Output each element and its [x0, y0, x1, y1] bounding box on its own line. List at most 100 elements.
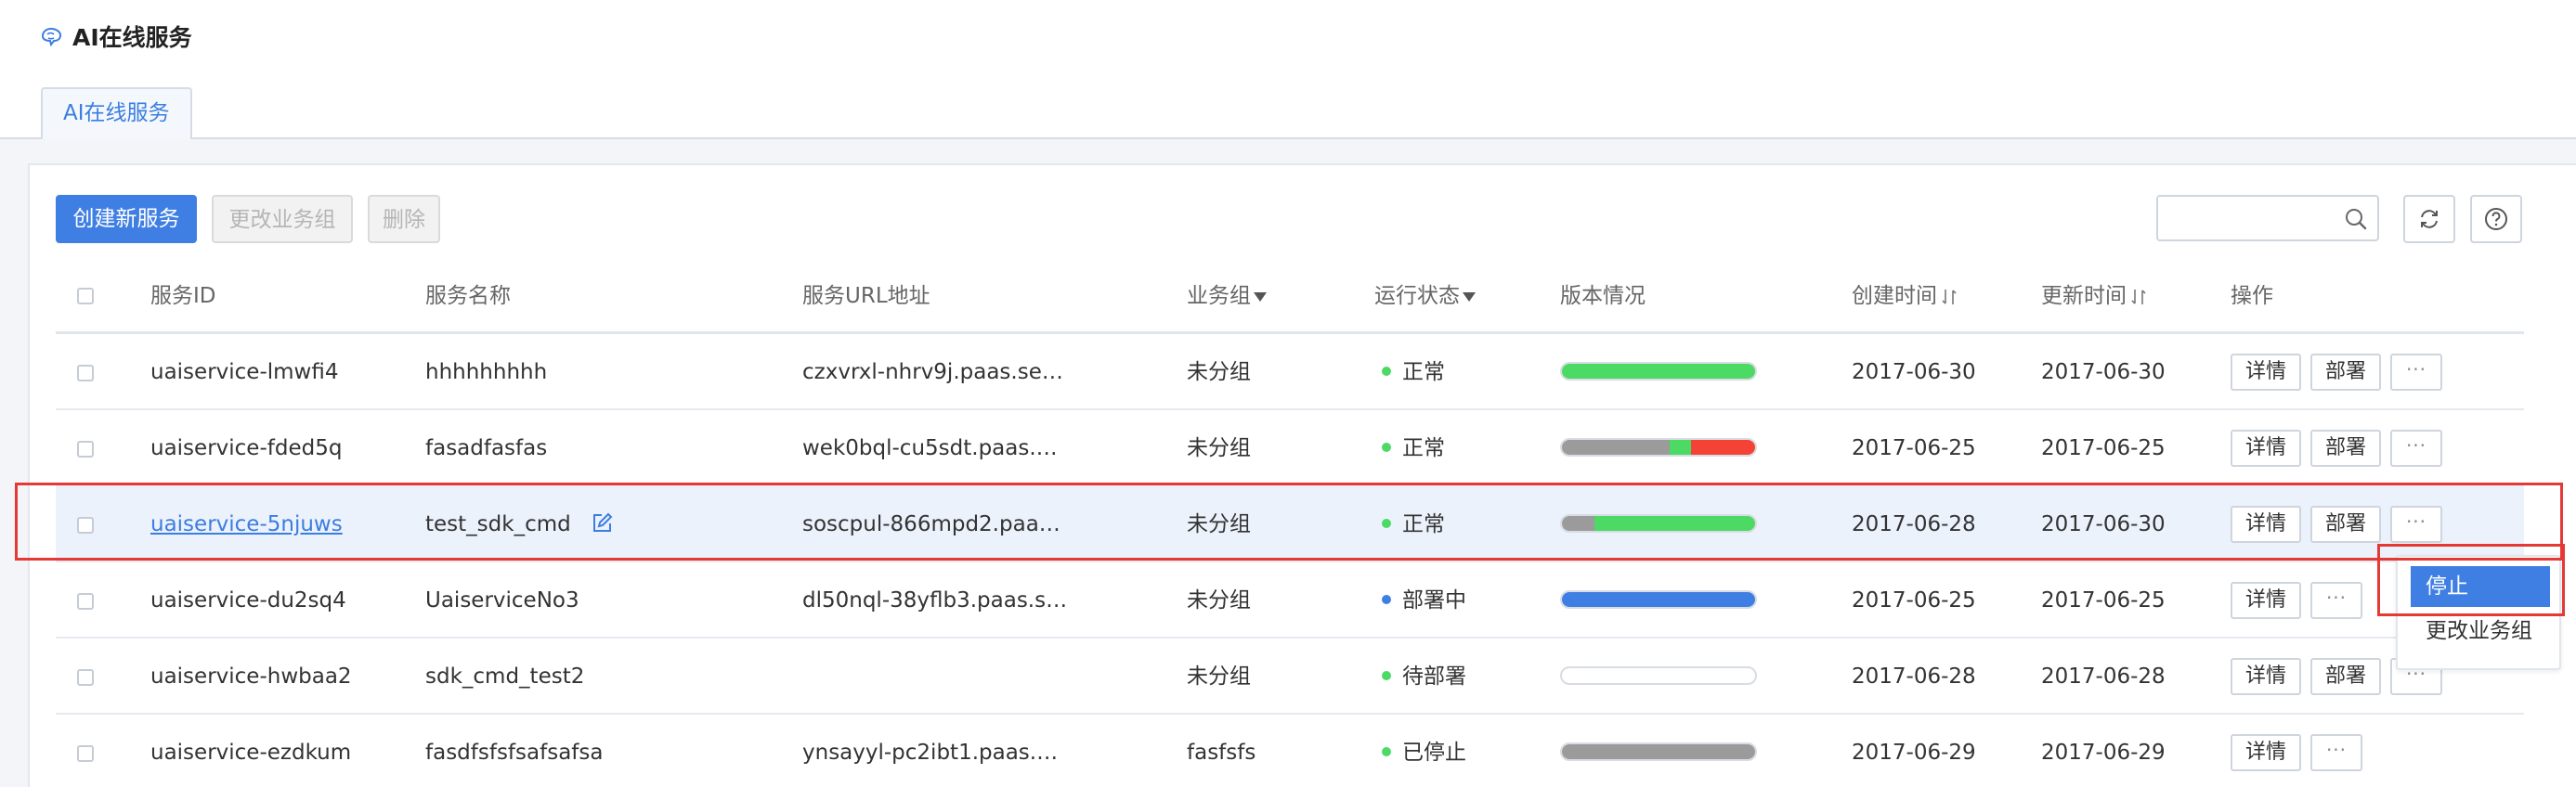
more-button[interactable]: ···	[2390, 354, 2442, 391]
header-service-id: 服务ID	[150, 284, 216, 308]
detail-button[interactable]: 详情	[2231, 430, 2301, 467]
refresh-button[interactable]	[2403, 195, 2455, 243]
version-segment	[1670, 440, 1692, 455]
service-url: wek0bql-cu5sdt.paas.…	[802, 436, 1058, 460]
status-text: 待部署	[1402, 664, 1466, 689]
version-segment	[1562, 364, 1755, 379]
created-time: 2017-06-25	[1852, 436, 1976, 460]
sort-icon[interactable]	[2130, 288, 2147, 306]
service-status: 正常	[1382, 410, 1445, 486]
page-title: AI在线服务	[72, 24, 192, 51]
status-text: 正常	[1402, 436, 1445, 460]
status-dot	[1382, 746, 1391, 756]
search-box[interactable]	[2156, 195, 2379, 241]
tab-ai-online-service[interactable]: AI在线服务	[41, 87, 192, 142]
service-status: 已停止	[1382, 715, 1466, 787]
created-time: 2017-06-29	[1852, 741, 1976, 765]
service-id: uaiservice-fded5q	[150, 436, 343, 460]
row-checkbox[interactable]	[77, 745, 94, 762]
tab-bar: AI在线服务	[0, 87, 2576, 142]
service-id: uaiservice-ezdkum	[150, 741, 352, 765]
status-dot	[1382, 594, 1391, 604]
change-group-button[interactable]: 更改业务组	[212, 195, 353, 243]
detail-button[interactable]: 详情	[2231, 734, 2301, 771]
status-text: 部署中	[1402, 588, 1466, 613]
service-id: uaiservice-du2sq4	[150, 588, 346, 613]
detail-button[interactable]: 详情	[2231, 582, 2301, 619]
more-button[interactable]: ···	[2390, 430, 2442, 467]
service-name-text: hhhhhhhhh	[425, 360, 548, 384]
header-service-url: 服务URL地址	[802, 284, 930, 308]
annotation-highlight-row	[15, 483, 2563, 561]
service-url: ynsayyl-pc2ibt1.paas.…	[802, 741, 1059, 765]
updated-time: 2017-06-25	[2041, 588, 2166, 613]
row-checkbox[interactable]	[77, 365, 94, 381]
service-name-text: fasdfsfsfsafsafsa	[425, 741, 604, 765]
status-text: 已停止	[1402, 741, 1466, 765]
updated-time: 2017-06-28	[2041, 664, 2166, 689]
version-segment	[1562, 592, 1755, 607]
service-id: uaiservice-hwbaa2	[150, 664, 352, 689]
table-row: uaiservice-fded5q fasadfasfas wek0bql-cu5s…	[56, 410, 2524, 486]
detail-button[interactable]: 详情	[2231, 354, 2301, 391]
header-created[interactable]: 创建时间	[1852, 258, 1958, 334]
table-row: uaiservice-lmwfi4 hhhhhhhhh czxvrxl-nhrv9j…	[56, 334, 2524, 410]
header-status-label: 运行状态	[1374, 284, 1460, 308]
version-segment	[1691, 440, 1755, 455]
search-icon[interactable]	[2344, 207, 2368, 231]
deploy-button[interactable]: 部署	[2310, 354, 2381, 391]
table-row: uaiservice-du2sq4 UaiserviceNo3 dl50nql-38…	[56, 562, 2524, 639]
created-time: 2017-06-30	[1852, 360, 1976, 384]
filter-icon[interactable]	[1462, 290, 1477, 304]
version-bar	[1560, 362, 1757, 381]
service-name-text: fasadfasfas	[425, 436, 548, 460]
delete-button[interactable]: 删除	[368, 195, 440, 243]
more-button[interactable]: ···	[2310, 734, 2362, 771]
service-id: uaiservice-lmwfi4	[150, 360, 339, 384]
header-status[interactable]: 运行状态	[1374, 258, 1477, 334]
header-updated-label: 更新时间	[2041, 284, 2127, 308]
header-group-label: 业务组	[1187, 284, 1251, 308]
updated-time: 2017-06-29	[2041, 741, 2166, 765]
service-group: 未分组	[1187, 436, 1251, 460]
more-button[interactable]: ···	[2310, 582, 2362, 619]
service-status: 正常	[1382, 334, 1445, 410]
help-button[interactable]	[2470, 195, 2522, 243]
version-bar	[1560, 742, 1757, 761]
service-group: 未分组	[1187, 664, 1251, 689]
row-checkbox[interactable]	[77, 441, 94, 458]
service-name: fasdfsfsfsafsafsa	[425, 715, 603, 787]
deploy-button[interactable]: 部署	[2310, 430, 2381, 467]
service-name: hhhhhhhhh	[425, 334, 547, 410]
header-actions: 操作	[2231, 284, 2273, 308]
service-name-text: sdk_cmd_test2	[425, 664, 585, 689]
service-url: czxvrxl-nhrv9j.paas.se…	[802, 360, 1063, 384]
table-header: 服务ID 服务名称 服务URL地址 业务组 运行状态 版本情况 创建时间 更新时…	[56, 258, 2524, 334]
menu-item-change-group[interactable]: 更改业务组	[2411, 611, 2532, 652]
select-all-checkbox[interactable]	[77, 288, 94, 304]
service-status: 待部署	[1382, 639, 1466, 715]
status-text: 正常	[1402, 360, 1445, 384]
deploy-button[interactable]: 部署	[2310, 658, 2381, 695]
service-name: sdk_cmd_test2	[425, 639, 584, 715]
status-dot	[1382, 670, 1391, 680]
filter-icon[interactable]	[1253, 290, 1268, 304]
help-icon	[2485, 208, 2507, 230]
sort-icon[interactable]	[1941, 288, 1958, 306]
annotation-highlight-menu	[2377, 544, 2565, 616]
detail-button[interactable]: 详情	[2231, 658, 2301, 695]
row-checkbox[interactable]	[77, 669, 94, 686]
header-updated[interactable]: 更新时间	[2041, 258, 2147, 334]
version-bar	[1560, 590, 1757, 609]
row-checkbox[interactable]	[77, 593, 94, 610]
service-name: fasadfasfas	[425, 410, 547, 486]
table-row: uaiservice-ezdkum fasdfsfsfsafsafsa ynsayy…	[56, 715, 2524, 787]
table-row: uaiservice-hwbaa2 sdk_cmd_test2 未分组 待部署 2017…	[56, 639, 2524, 715]
status-dot	[1382, 442, 1391, 452]
service-group: fasfsfs	[1187, 741, 1256, 765]
create-service-button[interactable]: 创建新服务	[56, 195, 197, 243]
service-url: dl50nql-38yflb3.paas.s…	[802, 588, 1068, 613]
updated-time: 2017-06-30	[2041, 360, 2166, 384]
header-group[interactable]: 业务组	[1187, 258, 1268, 334]
version-bar	[1560, 666, 1757, 685]
